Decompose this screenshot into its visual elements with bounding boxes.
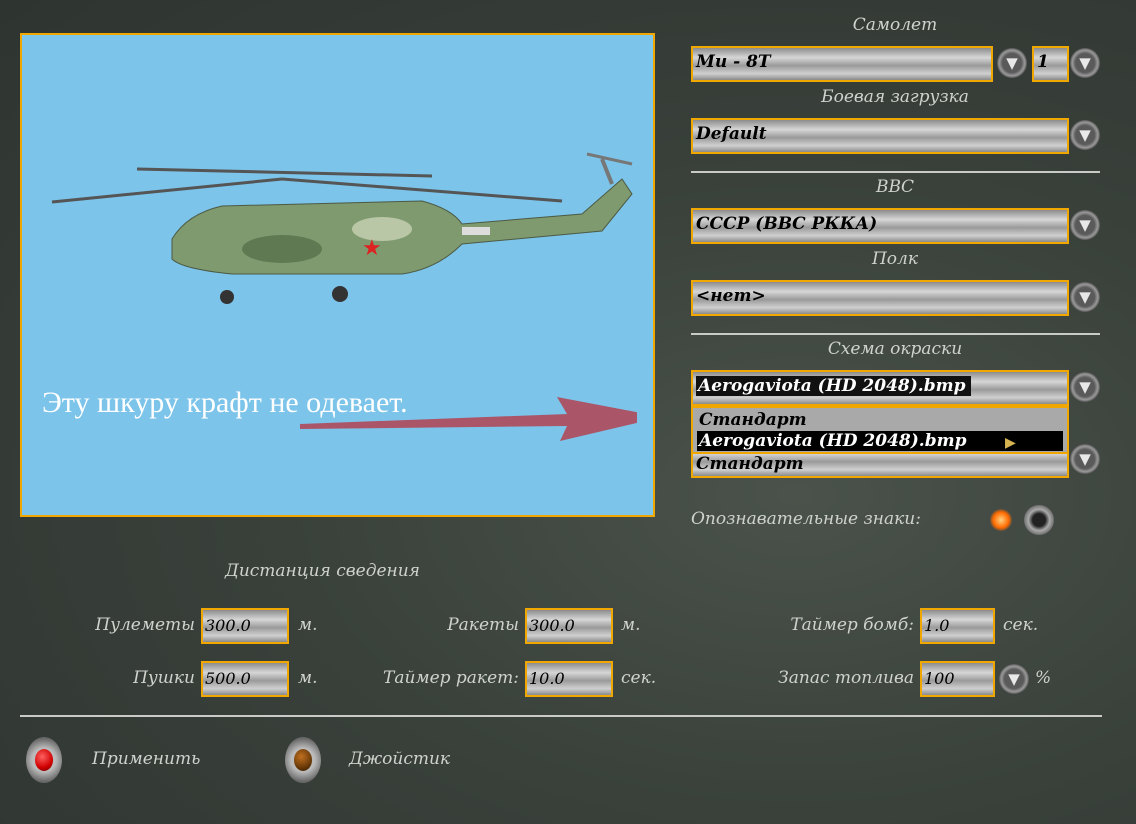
bomb-timer-unit: сек. [1003, 615, 1039, 635]
loadout-label: Боевая загрузка [821, 87, 969, 107]
chevron-down-icon: ▼ [1008, 670, 1020, 688]
apply-label[interactable]: Применить [92, 749, 200, 769]
lamp-on-icon [990, 509, 1012, 531]
toggle-switch-icon [1024, 505, 1054, 535]
cannons-unit: м. [298, 668, 318, 688]
cannons-input[interactable]: 500.0 [201, 661, 289, 697]
bomb-timer-label: Таймер бомб: [790, 615, 914, 635]
joystick-button[interactable] [285, 737, 321, 783]
airforce-select[interactable]: СССР (ВВС РККА) [691, 208, 1069, 244]
regiment-dropdown-button[interactable]: ▼ [1070, 282, 1100, 312]
rockets-unit: м. [621, 615, 641, 635]
brown-lamp-icon [294, 749, 312, 771]
rocket-timer-unit: сек. [621, 668, 657, 688]
chevron-down-icon: ▼ [1079, 54, 1091, 72]
aircraft-preview: ★ Эту шкуру крафт не одевает. [20, 33, 655, 517]
rocket-timer-input[interactable]: 10.0 [525, 661, 613, 697]
chevron-down-icon: ▼ [1079, 216, 1091, 234]
divider [691, 333, 1100, 335]
skin-label: Схема окраски [827, 339, 963, 359]
machineguns-unit: м. [298, 615, 318, 635]
rockets-input[interactable]: 300.0 [525, 608, 613, 644]
markings-label: Опознавательные знаки: [691, 509, 921, 529]
hidden-dropdown-button[interactable]: ▼ [1070, 444, 1100, 474]
fuel-unit: % [1035, 668, 1052, 688]
aircraft-dropdown-button[interactable]: ▼ [997, 48, 1027, 78]
skin-select[interactable]: Aerogaviota (HD 2048).bmp [691, 370, 1069, 406]
rockets-label: Ракеты [447, 615, 519, 635]
cannons-label: Пушки [133, 668, 195, 688]
skin-option[interactable]: Стандарт [697, 410, 1063, 431]
fuel-input[interactable]: 100 [920, 661, 995, 697]
bomb-timer-input[interactable]: 1.0 [920, 608, 995, 644]
aircraft-setup-screen: ★ Эту шкуру крафт не одевает. Самолет Mu… [0, 0, 1136, 824]
divider [20, 715, 1102, 717]
aircraft-label: Самолет [852, 15, 938, 35]
helicopter-image: ★ Эту шкуру крафт не одевает. [42, 152, 637, 441]
aircraft-select[interactable]: Mu - 8T [691, 46, 993, 82]
regiment-select[interactable]: <нет> [691, 280, 1069, 316]
chevron-down-icon: ▼ [1006, 54, 1018, 72]
joystick-label[interactable]: Джойстик [349, 749, 450, 769]
airforce-label: ВВС [876, 177, 914, 197]
loadout-dropdown-button[interactable]: ▼ [1070, 120, 1100, 150]
chevron-down-icon: ▼ [1079, 450, 1091, 468]
rocket-timer-label: Таймер ракет: [383, 668, 519, 688]
aircraft-count-select[interactable]: 1 [1032, 46, 1069, 82]
markings-toggle[interactable] [990, 503, 1060, 537]
annotation-text: Эту шкуру крафт не одевает. [42, 386, 408, 419]
skin-dropdown-button[interactable]: ▼ [1070, 372, 1100, 402]
fuel-label: Запас топлива [778, 668, 914, 688]
svg-text:★: ★ [362, 236, 382, 261]
regiment-label: Полк [871, 249, 919, 269]
apply-button[interactable] [26, 737, 62, 783]
fuel-dropdown-button[interactable]: ▼ [999, 664, 1029, 694]
machineguns-input[interactable]: 300.0 [201, 608, 289, 644]
machineguns-label: Пулеметы [95, 615, 195, 635]
airforce-dropdown-button[interactable]: ▼ [1070, 210, 1100, 240]
chevron-down-icon: ▼ [1079, 126, 1091, 144]
skin-selected-value: Aerogaviota (HD 2048).bmp [696, 376, 972, 396]
count-dropdown-button[interactable]: ▼ [1070, 48, 1100, 78]
skin-option-label: Aerogaviota (HD 2048).bmp [699, 431, 967, 451]
red-lamp-icon [35, 749, 53, 771]
chevron-down-icon: ▼ [1079, 378, 1091, 396]
chevron-down-icon: ▼ [1079, 288, 1091, 306]
skin-dropdown-list: Стандарт Aerogaviota (HD 2048).bmp ▶ [691, 406, 1069, 454]
divider [691, 171, 1100, 173]
convergence-title: Дистанция сведения [225, 561, 420, 581]
loadout-select[interactable]: Default [691, 118, 1069, 154]
cursor-icon: ▶ [1005, 435, 1016, 451]
helicopter-icon: ★ [51, 152, 633, 304]
skin-option-selected[interactable]: Aerogaviota (HD 2048).bmp ▶ [697, 431, 1063, 451]
